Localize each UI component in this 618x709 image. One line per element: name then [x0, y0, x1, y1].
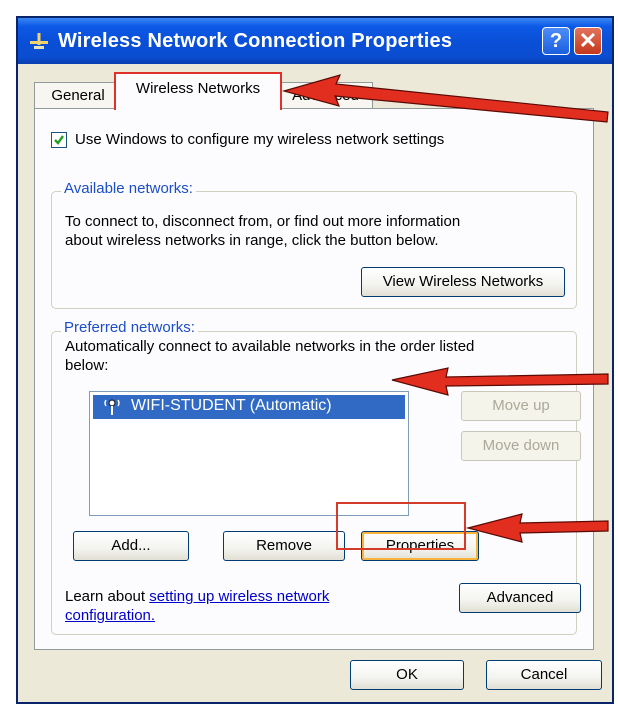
properties-dialog: Wireless Network Connection Properties ?… — [16, 16, 614, 704]
wireless-antenna-icon — [104, 399, 120, 415]
preferred-networks-legend: Preferred networks: — [61, 319, 198, 336]
use-windows-label[interactable]: Use Windows to configure my wireless net… — [75, 131, 444, 148]
view-wireless-networks-button[interactable]: View Wireless Networks — [361, 267, 565, 297]
available-networks-legend: Available networks: — [61, 180, 196, 197]
use-windows-checkbox[interactable] — [51, 132, 67, 148]
description-line: about wireless networks in range, click … — [65, 232, 439, 249]
add-button[interactable]: Add... — [73, 531, 189, 561]
cancel-button[interactable]: Cancel — [486, 660, 602, 690]
setting-up-link[interactable]: setting up wireless network — [149, 588, 329, 605]
properties-button[interactable]: Properties — [361, 531, 479, 561]
tab-advanced[interactable]: Advanced — [278, 82, 373, 110]
help-button[interactable]: ? — [542, 27, 570, 55]
preferred-networks-description: Automatically connect to available netwo… — [65, 337, 474, 375]
list-item[interactable]: WIFI-STUDENT (Automatic) — [93, 395, 405, 419]
checkmark-icon — [54, 135, 64, 145]
close-button[interactable]: ✕ — [574, 27, 602, 55]
tab-wireless-networks[interactable]: Wireless Networks — [114, 72, 282, 110]
move-up-button[interactable]: Move up — [461, 391, 581, 421]
advanced-button[interactable]: Advanced — [459, 583, 581, 613]
window-title: Wireless Network Connection Properties — [58, 30, 453, 52]
learn-about-prefix: Learn about — [65, 588, 146, 605]
network-connection-icon — [30, 33, 48, 49]
available-networks-description: To connect to, disconnect from, or find … — [65, 212, 460, 250]
description-line: To connect to, disconnect from, or find … — [65, 213, 461, 230]
remove-button[interactable]: Remove — [223, 531, 345, 561]
title-bar[interactable]: Wireless Network Connection Properties ?… — [18, 18, 612, 64]
tab-general[interactable]: General — [34, 82, 122, 110]
move-down-button[interactable]: Move down — [461, 431, 581, 461]
preferred-networks-list[interactable]: WIFI-STUDENT (Automatic) — [89, 391, 409, 516]
learn-about-text: Learn about setting up wireless network … — [65, 587, 329, 625]
ok-button[interactable]: OK — [350, 660, 464, 690]
setting-up-link-continued[interactable]: configuration. — [65, 606, 329, 625]
description-line: below: — [65, 357, 109, 374]
wireless-networks-panel: Use Windows to configure my wireless net… — [34, 108, 594, 650]
network-name: WIFI-STUDENT (Automatic) — [131, 397, 332, 414]
description-line: Automatically connect to available netwo… — [65, 338, 475, 355]
